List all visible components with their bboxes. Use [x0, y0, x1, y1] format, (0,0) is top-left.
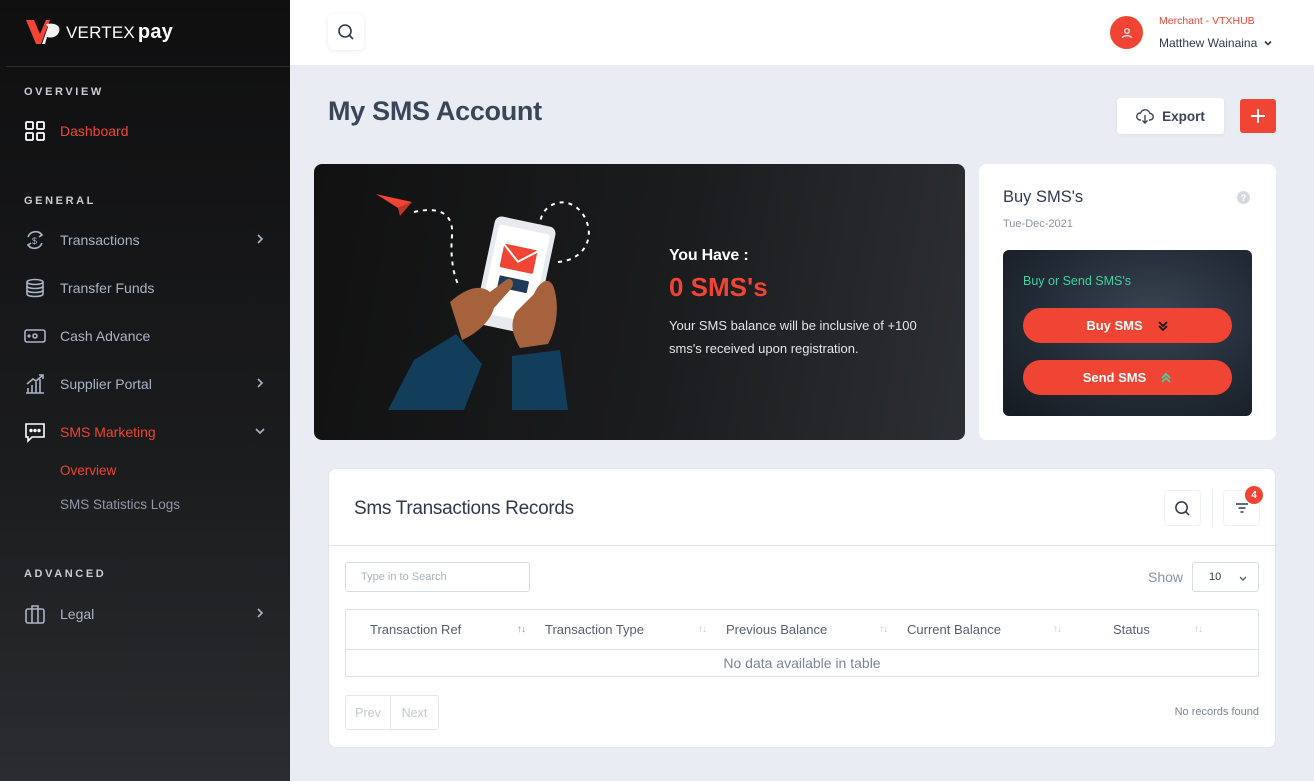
records-search-button[interactable] [1164, 490, 1201, 526]
sidebar-subitem-overview[interactable]: Overview [60, 463, 116, 478]
buy-send-panel: Buy or Send SMS's Buy SMS Send SMS [1003, 250, 1252, 416]
section-advanced: ADVANCED [24, 568, 107, 580]
sms-balance-card: You Have : 0 SMS's Your SMS balance will… [314, 164, 965, 440]
vertex-logo-icon [26, 20, 60, 44]
double-chevron-down-icon [1158, 320, 1168, 331]
sidebar-item-label: Legal [60, 606, 95, 622]
next-page-button[interactable]: Next [391, 696, 438, 729]
sms-balance-value: 0 SMS's [669, 272, 768, 302]
export-label: Export [1162, 108, 1205, 124]
chevron-right-icon [257, 378, 264, 388]
transactions-table: Transaction Ref ↑↓ Transaction Type ↑↓ P… [345, 609, 1259, 677]
column-header-previous-balance[interactable]: Previous Balance [726, 622, 827, 637]
chevron-down-icon [255, 428, 265, 435]
sort-icon[interactable]: ↑↓ [879, 624, 888, 635]
sidebar-item-sms-marketing[interactable]: SMS Marketing [24, 420, 272, 444]
sidebar-item-label: SMS Marketing [60, 424, 156, 440]
exchange-icon: $ [24, 229, 46, 251]
buy-sms-button[interactable]: Buy SMS [1023, 308, 1232, 343]
cash-icon [24, 325, 46, 347]
user-menu[interactable]: Matthew Wainaina [1159, 36, 1273, 50]
buy-sms-card: Buy SMS's ? Tue-Dec-2021 Buy or Send SMS… [979, 164, 1276, 440]
double-chevron-up-icon [1161, 372, 1171, 383]
plus-icon [1251, 109, 1265, 123]
coins-icon [24, 277, 46, 299]
chevron-right-icon [257, 608, 264, 618]
add-button[interactable] [1240, 99, 1276, 133]
records-info: No records found [1174, 706, 1259, 718]
section-overview: OVERVIEW [24, 86, 104, 98]
briefcase-icon [24, 603, 46, 625]
sidebar-subitem-sms-statistics-logs[interactable]: SMS Statistics Logs [60, 497, 180, 512]
brand-divider [6, 66, 290, 67]
sidebar-item-legal[interactable]: Legal [24, 602, 272, 626]
card-divider [329, 545, 1275, 546]
sidebar-item-supplier-portal[interactable]: Supplier Portal [24, 372, 272, 396]
section-general: GENERAL [24, 195, 96, 207]
sort-icon[interactable]: ↑↓ [1194, 624, 1203, 635]
page-title: My SMS Account [328, 96, 542, 126]
buy-card-date: Tue-Dec-2021 [1003, 218, 1073, 230]
filter-icon [1235, 503, 1248, 513]
chat-icon [24, 421, 46, 443]
user-icon [1121, 27, 1132, 38]
table-empty-message: No data available in table [723, 655, 881, 671]
sms-transactions-card: Sms Transactions Records 4 Show 10 Trans… [328, 468, 1276, 748]
sort-icon[interactable]: ↑↓ [698, 624, 707, 635]
sidebar-item-label: Cash Advance [60, 328, 151, 344]
column-header-status[interactable]: Status [1113, 622, 1150, 637]
sidebar-item-transactions[interactable]: $ Transactions [24, 228, 272, 252]
chevron-down-icon [1264, 40, 1272, 46]
filter-count-badge: 4 [1245, 486, 1263, 504]
sidebar-item-cash-advance[interactable]: Cash Advance [24, 324, 272, 348]
sort-icon[interactable]: ↑↓ [517, 624, 526, 635]
chevron-right-icon [257, 234, 264, 244]
topbar [290, 0, 1314, 65]
sidebar-item-dashboard[interactable]: Dashboard [24, 119, 272, 143]
buy-sms-label: Buy SMS [1086, 318, 1143, 333]
page-size-value: 10 [1209, 571, 1222, 583]
you-have-label: You Have : [669, 247, 749, 264]
buy-send-label: Buy or Send SMS's [1023, 274, 1131, 288]
help-icon[interactable]: ? [1237, 191, 1250, 204]
sidebar-item-label: Supplier Portal [60, 376, 152, 392]
toolbar-divider [1212, 489, 1213, 527]
global-search-button[interactable] [328, 14, 364, 50]
sidebar-item-transfer-funds[interactable]: Transfer Funds [24, 276, 272, 300]
table-header: Transaction Ref ↑↓ Transaction Type ↑↓ P… [346, 610, 1258, 650]
sidebar-item-label: Transfer Funds [60, 280, 155, 296]
brand-name: VERTEX pay [66, 20, 173, 43]
balance-note: Your SMS balance will be inclusive of +1… [669, 318, 917, 356]
user-avatar[interactable] [1110, 16, 1143, 49]
phone-illustration [376, 194, 590, 410]
buy-card-title: Buy SMS's [1003, 188, 1084, 206]
show-label: Show [1148, 569, 1184, 585]
page-size-select[interactable]: 10 [1192, 562, 1259, 592]
search-icon [338, 24, 354, 40]
chevron-down-icon [1239, 576, 1247, 581]
growth-chart-icon [24, 373, 46, 395]
column-header-current-balance[interactable]: Current Balance [907, 622, 1001, 637]
grid-icon [24, 120, 46, 142]
send-sms-label: Send SMS [1082, 370, 1147, 385]
user-name: Matthew Wainaina [1159, 36, 1258, 50]
sidebar-item-label: Transactions [60, 232, 140, 248]
records-title: Sms Transactions Records [354, 498, 574, 519]
svg-text:$: $ [32, 236, 37, 246]
prev-page-button[interactable]: Prev [346, 696, 391, 729]
cloud-download-icon [1136, 109, 1154, 124]
export-button[interactable]: Export [1117, 98, 1224, 134]
send-sms-button[interactable]: Send SMS [1023, 360, 1232, 395]
merchant-label: Merchant - VTXHUB [1159, 15, 1255, 27]
sidebar: VERTEX pay OVERVIEW Dashboard GENERAL $ T… [0, 0, 290, 781]
column-header-transaction-type[interactable]: Transaction Type [545, 622, 644, 637]
records-search-input[interactable] [345, 562, 530, 592]
pagination: Prev Next [345, 695, 439, 730]
search-icon [1175, 500, 1190, 516]
sidebar-item-label: Dashboard [60, 123, 129, 139]
brand-logo[interactable]: VERTEX pay [24, 16, 173, 48]
column-header-transaction-ref[interactable]: Transaction Ref [370, 622, 461, 637]
sort-icon[interactable]: ↑↓ [1053, 624, 1062, 635]
